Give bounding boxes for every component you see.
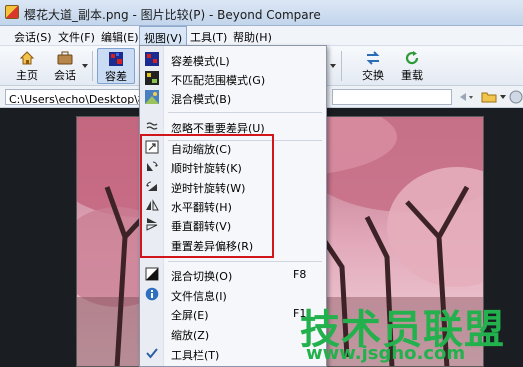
home-label: 主页 (16, 69, 38, 82)
save-icon[interactable] (509, 90, 523, 104)
swap-icon (366, 51, 380, 65)
folder-icon[interactable] (481, 90, 497, 103)
menu-item-label: 不匹配范围模式(G) (171, 74, 266, 87)
session-button[interactable]: 会话 (50, 48, 80, 84)
reload-label: 重载 (401, 69, 423, 82)
info-icon (145, 287, 159, 301)
reload-button[interactable]: 重载 (397, 48, 427, 84)
mismatch-range-icon (145, 71, 159, 85)
highlight-box (140, 134, 274, 258)
tolerance-mode-icon (109, 52, 123, 66)
menu-item-blend-toggle[interactable]: 混合切换(O) F8 (140, 265, 326, 284)
folder-dropdown-arrow-icon[interactable] (500, 95, 506, 99)
menu-item-fullscreen[interactable]: 全屏(E) F1 (140, 304, 326, 323)
title-bar: 樱花大道_副本.png - 图片比较(P) - Beyond Compare (0, 0, 523, 26)
menu-item-blend-mode[interactable]: 混合模式(B) (140, 88, 326, 107)
menu-edit[interactable]: 编辑(E) (101, 29, 139, 45)
left-path-input[interactable]: C:\Users\echo\Desktop\樱 (5, 89, 145, 105)
home-button[interactable]: 主页 (12, 48, 42, 84)
menu-item-tolerance-mode[interactable]: 容差模式(L) (140, 50, 326, 69)
menu-item-label: 工具栏(T) (171, 349, 220, 362)
swap-label: 交换 (362, 69, 384, 82)
briefcase-icon (57, 51, 73, 65)
approx-equal-icon (146, 122, 158, 130)
menu-item-label: 容差模式(L) (171, 55, 230, 68)
history-dropdown-icon[interactable] (458, 91, 474, 103)
window-title: 樱花大道_副本.png - 图片比较(P) - Beyond Compare (24, 8, 321, 22)
beyond-compare-app-icon (5, 5, 19, 19)
toolbar-separator (92, 51, 93, 81)
right-path-input[interactable] (332, 89, 452, 105)
tolerance-mode-icon (145, 52, 159, 66)
blend-mode-icon (145, 90, 159, 104)
checkmark-icon (146, 348, 158, 359)
menu-item-zoom[interactable]: 缩放(Z) (140, 324, 326, 343)
menu-separator (168, 112, 322, 113)
menu-view[interactable]: 视图(V) (139, 26, 188, 46)
menu-item-label: 全屏(E) (171, 309, 209, 322)
reload-icon (405, 51, 419, 65)
menu-item-mismatch-range-mode[interactable]: 不匹配范围模式(G) (140, 69, 326, 88)
menu-help[interactable]: 帮助(H) (233, 29, 272, 45)
watermark-url: www.jsgho.com (306, 343, 466, 364)
diff-tolerance-button[interactable]: 容差 (97, 48, 135, 84)
menu-item-label: 文件信息(I) (171, 290, 227, 303)
menu-session[interactable]: 会话(S) (14, 29, 52, 45)
menu-item-label: 混合切换(O) (171, 270, 233, 283)
menu-item-file-info[interactable]: 文件信息(I) (140, 285, 326, 304)
session-dropdown-arrow-icon[interactable] (82, 64, 88, 68)
toolbar-separator (341, 51, 342, 81)
blend-toggle-icon (145, 267, 159, 281)
swap-button[interactable]: 交换 (358, 48, 388, 84)
menu-item-label: 缩放(Z) (171, 329, 210, 342)
session-label: 会话 (54, 69, 76, 82)
menu-bar: 会话(S) 文件(F) 编辑(E) 视图(V) 工具(T) 帮助(H) (0, 26, 523, 46)
menu-file[interactable]: 文件(F) (58, 29, 95, 45)
home-icon (19, 51, 35, 65)
menu-tools[interactable]: 工具(T) (190, 29, 227, 45)
menu-item-shortcut: F8 (293, 268, 307, 281)
menu-separator (168, 261, 322, 262)
more-dropdown-arrow-icon[interactable] (330, 64, 336, 68)
menu-item-toolbar[interactable]: 工具栏(T) (140, 344, 326, 363)
menu-item-label: 混合模式(B) (171, 93, 232, 106)
diff-tolerance-label: 容差 (105, 70, 127, 83)
